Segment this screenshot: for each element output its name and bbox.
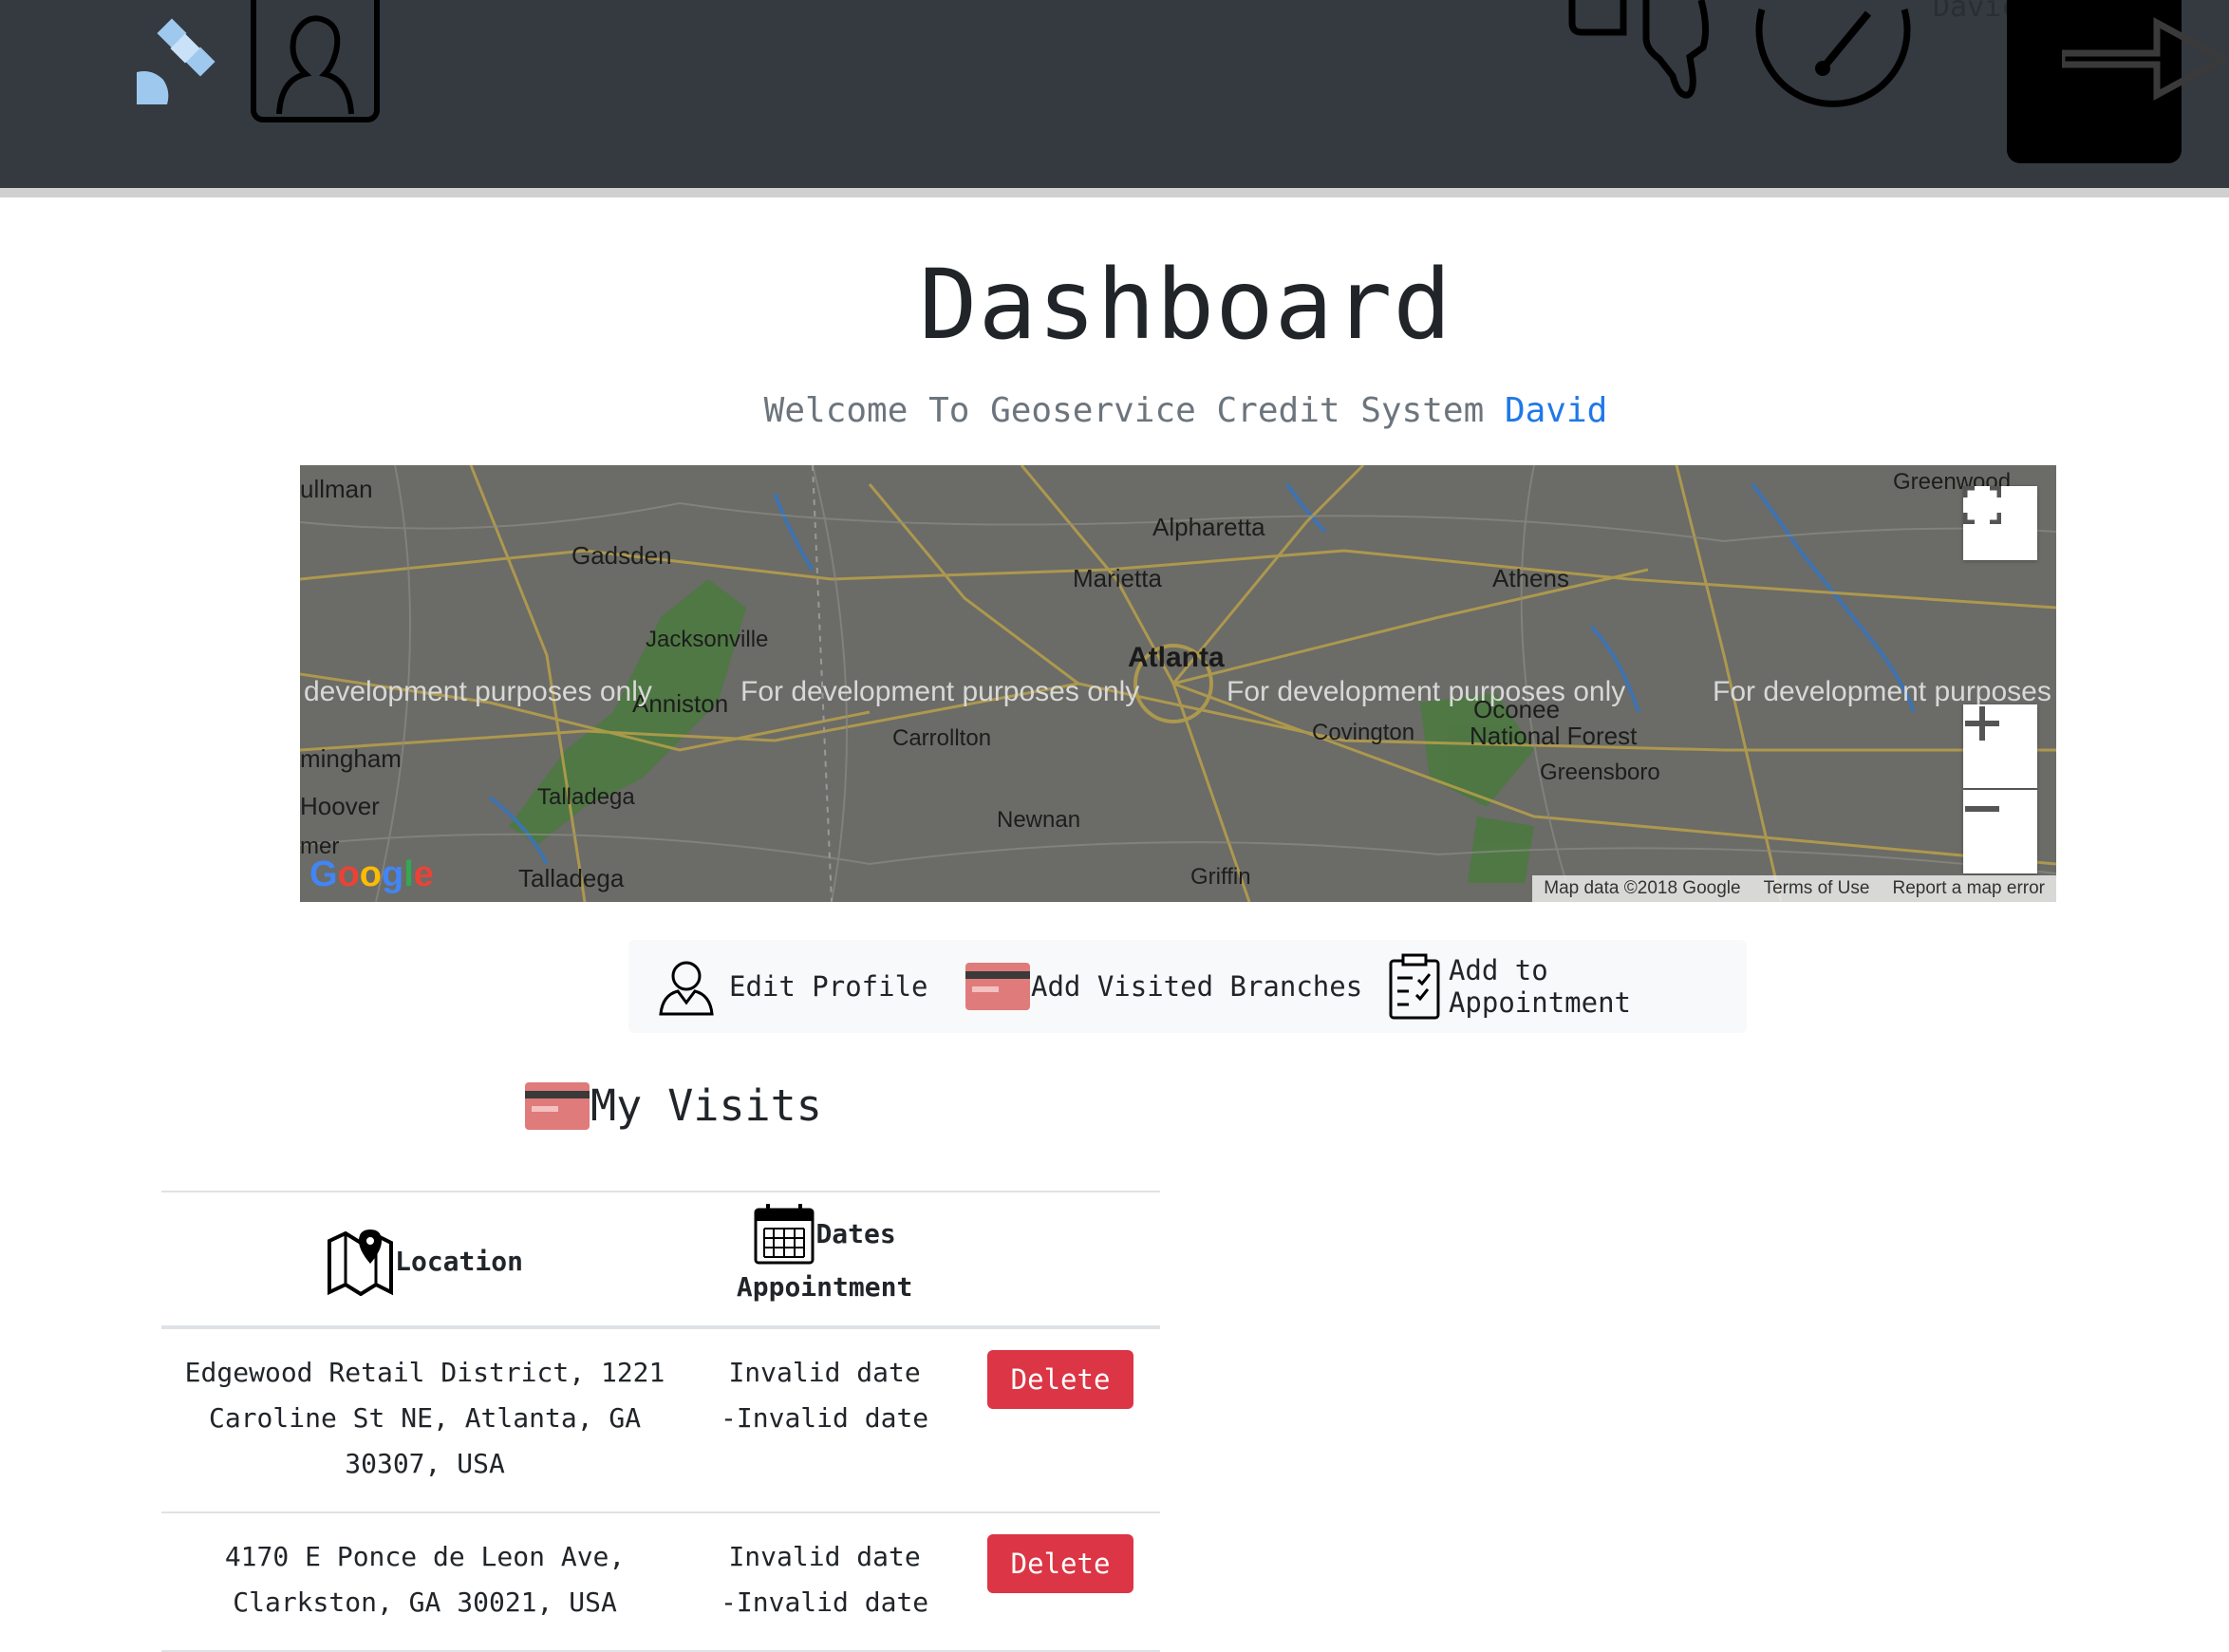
plus-icon [1965, 706, 1999, 741]
visit-actions: Delete [961, 1327, 1160, 1513]
thumbs-down-icon[interactable] [1566, 0, 1711, 108]
table-row: Edgewood Retail District, 1221 Caroline … [161, 1327, 1160, 1513]
map-label-carrollton: Carrollton [892, 725, 992, 751]
map-terms-link[interactable]: Terms of Use [1764, 878, 1870, 899]
map-watermark-right: For development purposes [1713, 676, 2051, 707]
visit-date-end: -Invalid date [721, 1586, 929, 1618]
edit-profile-label: Edit Profile [729, 970, 928, 1003]
top-navbar: Davic [0, 0, 2229, 197]
visits-table: Location Dates Appointment Edgewood Reta… [161, 1191, 1160, 1652]
location-column-header: Location [161, 1191, 689, 1329]
delete-button[interactable]: Delete [986, 1534, 1134, 1593]
map-label-newnan: Newnan [997, 807, 1081, 833]
fullscreen-icon [1963, 486, 2001, 524]
add-visited-branches-label: Add Visited Branches [1031, 970, 1363, 1003]
add-to-appointment-label: Add to Appointment [1448, 954, 1632, 1019]
map-watermark: For development purposes only [740, 676, 1140, 707]
visit-dates: Invalid date -Invalid date [688, 1327, 962, 1513]
map-view[interactable]: ullman Gadsden Jacksonville Alpharetta M… [300, 465, 2056, 902]
welcome-text: Welcome To Geoservice Credit System [763, 391, 1485, 430]
google-logo[interactable]: Google [309, 854, 434, 895]
visit-date-start: Invalid date [728, 1541, 921, 1572]
user-outline-icon [659, 961, 714, 1016]
map-report-link[interactable]: Report a map error [1892, 878, 2045, 899]
map-label-pullman: ullman [300, 475, 373, 503]
map-label-talladega-nf: Talladega [518, 864, 625, 892]
map-label-covington: Covington [1312, 720, 1415, 745]
map-watermark-2: For development purposes only [1227, 676, 1626, 707]
visit-actions: Delete [961, 1512, 1160, 1652]
visits-header-row: Location Dates Appointment [161, 1191, 1160, 1329]
delete-button[interactable]: Delete [986, 1350, 1134, 1409]
clipboard-check-icon [1389, 953, 1440, 1020]
logout-button[interactable] [2007, 0, 2229, 163]
map-label-hoover: Hoover [300, 792, 380, 820]
map-label-national-forest: National Forest [1470, 722, 1638, 750]
add-visited-branches-button[interactable]: Add Visited Branches [965, 940, 1362, 1033]
map-zoom-out-button[interactable] [1963, 790, 2037, 873]
map-watermark-left: development purposes only [304, 676, 652, 707]
map-label-gadsden: Gadsden [571, 541, 672, 570]
map-label-alpharetta: Alpharetta [1152, 513, 1265, 541]
my-visits-title: My Visits [590, 1080, 822, 1131]
table-row: 4170 E Ponce de Leon Ave, Clarkston, GA … [161, 1512, 1160, 1652]
location-header-label: Location [395, 1245, 523, 1277]
speedometer-icon[interactable] [1752, 0, 1916, 116]
map-attribution: Map data ©2018 Google Terms of Use Repor… [1532, 875, 2056, 902]
actions-column-header [961, 1191, 1160, 1329]
dates-header-label: Dates [815, 1217, 896, 1249]
map-label-griffin: Griffin [1190, 864, 1251, 890]
map-pin-icon [328, 1230, 394, 1296]
appointment-header-label: Appointment [736, 1271, 913, 1303]
credit-card-icon [965, 963, 1030, 1010]
map-label-marietta: Marietta [1073, 564, 1162, 592]
map-label-birmingham: mingham [300, 744, 402, 773]
welcome-message: Welcome To Geoservice Credit System Davi… [0, 391, 2229, 430]
map-label-jacksonville: Jacksonville [646, 627, 769, 652]
action-bar: Edit Profile Add Visited Branches Add to… [628, 940, 1747, 1033]
map-label-atlanta: Atlanta [1128, 642, 1225, 673]
map-zoom-in-button[interactable] [1963, 704, 2037, 788]
add-to-appointment-button[interactable]: Add to Appointment [1388, 940, 1747, 1033]
nav-user-name[interactable]: Davic [1933, 0, 2018, 24]
visit-location: Edgewood Retail District, 1221 Caroline … [161, 1327, 689, 1513]
page-title: Dashboard [919, 249, 1452, 362]
map-label-talladega: Talladega [537, 784, 635, 810]
my-visits-heading: My Visits [524, 1080, 822, 1131]
map-label-athens: Athens [1492, 564, 1569, 592]
calendar-icon [754, 1204, 815, 1265]
map-label-greensboro: Greensboro [1540, 760, 1660, 785]
satellite-icon[interactable] [133, 13, 228, 112]
visit-dates: Invalid date -Invalid date [688, 1512, 962, 1652]
map-data-credit: Map data ©2018 Google [1544, 878, 1741, 898]
credit-card-icon [525, 1081, 590, 1130]
minus-icon [1965, 806, 1999, 812]
visit-date-end: -Invalid date [721, 1402, 929, 1434]
dates-column-header: Dates Appointment [688, 1191, 962, 1329]
edit-profile-button[interactable]: Edit Profile [657, 940, 928, 1033]
welcome-user-name: David [1504, 391, 1608, 430]
user-portrait-icon[interactable] [251, 0, 380, 127]
arrow-right-icon [2062, 17, 2229, 101]
map-fullscreen-button[interactable] [1963, 486, 2037, 560]
visit-date-start: Invalid date [728, 1357, 921, 1388]
visit-location: 4170 E Ponce de Leon Ave, Clarkston, GA … [161, 1512, 689, 1652]
